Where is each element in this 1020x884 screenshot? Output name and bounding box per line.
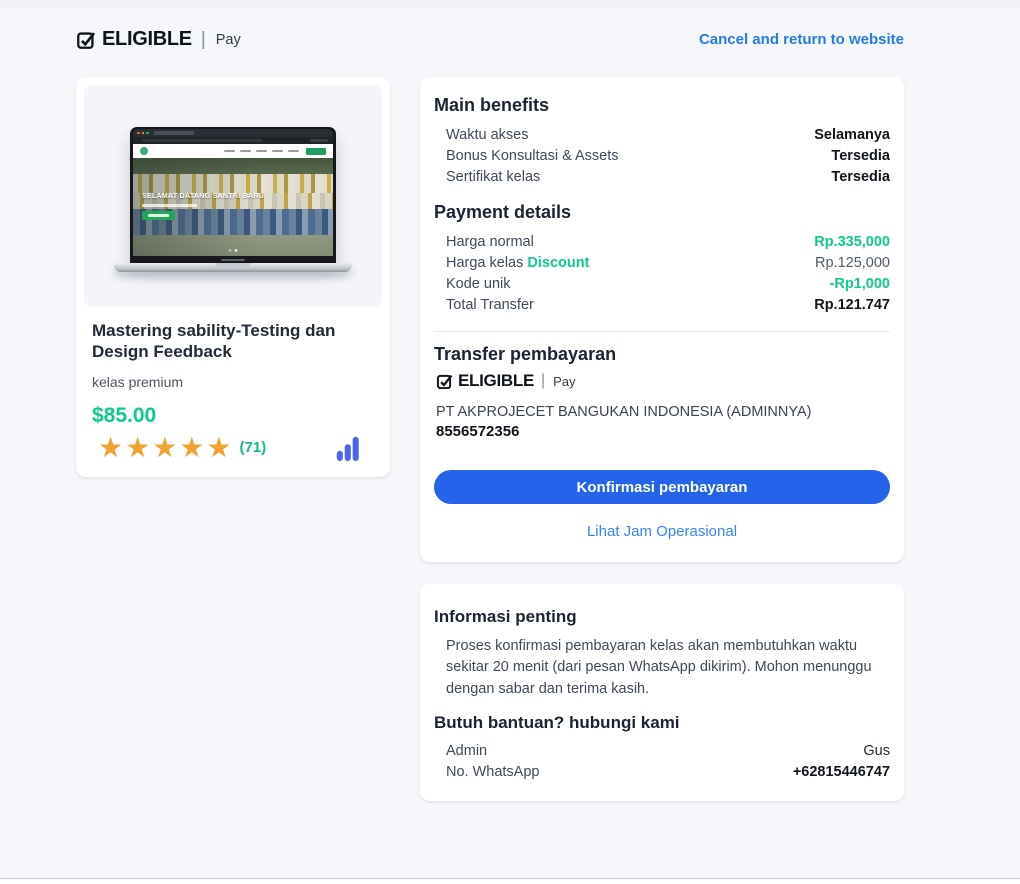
main-content: SELAMAT DATANG SANTRI BARU Mastering sab… <box>76 77 904 802</box>
url-field <box>142 138 262 143</box>
payment-row: Total Transfer Rp.121.747 <box>434 295 890 316</box>
site-hero: SELAMAT DATANG SANTRI BARU <box>133 158 333 256</box>
brand-separator: | <box>541 372 546 389</box>
site-nav-bar <box>133 144 333 158</box>
help-heading: Butuh bantuan? hubungi kami <box>434 713 680 733</box>
checkbox-check-icon <box>436 372 454 390</box>
payment-label: Kode unik <box>446 276 511 292</box>
transfer-brand-logo: ELIGIBLE | Pay <box>434 371 890 391</box>
contact-value: Gus <box>863 743 890 760</box>
star-rating-icons: ★★★★★ <box>98 430 234 464</box>
important-info-card: Informasi penting Proses konfirmasi pemb… <box>420 584 904 802</box>
benefit-row: Waktu akses Selamanya <box>434 125 890 146</box>
rating-count: (71) <box>239 439 267 457</box>
bar-chart-icon <box>334 434 362 462</box>
brand-name: ELIGIBLE <box>102 28 192 50</box>
order-summary-card: Main benefits Waktu akses Selamanya Bonu… <box>420 77 904 562</box>
whatsapp-number: +62815446747 <box>792 764 890 781</box>
divider <box>434 331 890 332</box>
payment-heading: Payment details <box>434 202 572 222</box>
laptop-mockup: SELAMAT DATANG SANTRI BARU <box>114 127 352 272</box>
hero-title: SELAMAT DATANG SANTRI BARU <box>142 193 265 200</box>
payment-label: Harga normal <box>446 234 534 250</box>
discount-badge: Discount <box>527 255 590 271</box>
site-logo-icon <box>140 147 148 155</box>
browser-url-bar <box>133 137 333 144</box>
product-image: SELAMAT DATANG SANTRI BARU <box>84 85 382 307</box>
brand-suffix: Pay <box>553 373 576 389</box>
benefit-label: Bonus Konsultasi & Assets <box>446 148 619 164</box>
benefits-rows: Waktu akses Selamanya Bonus Konsultasi &… <box>434 125 890 188</box>
browser-tab <box>153 130 194 136</box>
traffic-light-yellow <box>141 131 144 135</box>
payment-row: Harga normal Rp.335,000 <box>434 232 890 253</box>
checkout-page: ELIGIBLE | Pay Cancel and return to webs… <box>0 0 1020 884</box>
laptop-base <box>114 263 352 272</box>
header: ELIGIBLE | Pay Cancel and return to webs… <box>76 28 904 51</box>
payment-value: Rp.335,000 <box>814 234 890 250</box>
rating-row: ★★★★★ (71) <box>98 430 368 464</box>
payment-row: Kode unik -Rp1,000 <box>434 274 890 295</box>
site-nav-button <box>306 147 326 155</box>
benefit-value: Tersedia <box>831 169 890 185</box>
browser-icons <box>310 139 328 142</box>
traffic-light-red <box>137 131 140 135</box>
transfer-heading: Transfer pembayaran <box>434 344 617 364</box>
contact-row: Admin Gus <box>434 741 890 762</box>
benefit-value: Tersedia <box>831 148 890 164</box>
right-column: Main benefits Waktu akses Selamanya Bonu… <box>420 77 904 802</box>
hero-carousel-dots <box>228 249 238 252</box>
payment-label: Total Transfer <box>446 297 534 313</box>
payment-row: Harga kelas Discount Rp.125,000 <box>434 253 890 274</box>
product-card: SELAMAT DATANG SANTRI BARU Mastering sab… <box>76 77 390 478</box>
product-title: Mastering sability-Testing dan Design Fe… <box>92 321 336 362</box>
transfer-account-number: 8556572356 <box>436 423 520 440</box>
traffic-light-green <box>146 131 149 135</box>
hero-shade <box>133 158 333 256</box>
benefits-heading: Main benefits <box>434 95 550 115</box>
page-bottom-edge <box>0 878 1020 884</box>
info-body-text: Proses konfirmasi pembayaran kelas akan … <box>446 638 872 697</box>
benefit-row: Sertifikat kelas Tersedia <box>434 167 890 188</box>
contact-label: Admin <box>446 743 488 760</box>
transfer-company-name: PT AKPROJECET BANGUKAN INDONESIA (ADMINN… <box>436 404 812 420</box>
site-nav-links <box>224 150 299 152</box>
contact-label: No. WhatsApp <box>446 764 540 781</box>
brand-logo: ELIGIBLE | Pay <box>76 28 241 51</box>
browser-tab-bar <box>133 129 333 137</box>
payment-value: -Rp1,000 <box>829 276 890 292</box>
product-price: $85.00 <box>92 403 157 427</box>
confirm-payment-button[interactable]: Konfirmasi pembayaran <box>434 470 890 504</box>
payment-value: Rp.125,000 <box>815 255 890 271</box>
laptop-screen: SELAMAT DATANG SANTRI BARU <box>130 127 336 263</box>
brand-separator: | <box>200 28 206 50</box>
cancel-return-link[interactable]: Cancel and return to website <box>699 31 904 48</box>
hero-subtext <box>142 204 197 207</box>
contact-row: No. WhatsApp +62815446747 <box>434 762 890 783</box>
laptop-bottom-bezel <box>133 256 333 263</box>
benefit-label: Sertifikat kelas <box>446 169 541 185</box>
product-category: kelas premium <box>92 373 184 390</box>
checkbox-check-icon <box>76 29 97 50</box>
hero-cta-button <box>142 211 175 220</box>
contact-rows: Admin Gus No. WhatsApp +62815446747 <box>434 741 890 783</box>
top-strip <box>0 0 1020 8</box>
benefit-label: Waktu akses <box>446 127 529 143</box>
benefit-value: Selamanya <box>814 127 890 143</box>
brand-name: ELIGIBLE <box>458 371 534 390</box>
payment-total-value: Rp.121.747 <box>814 297 890 313</box>
brand-suffix: Pay <box>215 31 241 48</box>
info-heading: Informasi penting <box>434 607 577 626</box>
payment-rows: Harga normal Rp.335,000 Harga kelas Disc… <box>434 232 890 316</box>
benefit-row: Bonus Konsultasi & Assets Tersedia <box>434 146 890 167</box>
payment-label: Harga kelas Discount <box>446 255 590 271</box>
operational-hours-link[interactable]: Lihat Jam Operasional <box>434 523 890 540</box>
